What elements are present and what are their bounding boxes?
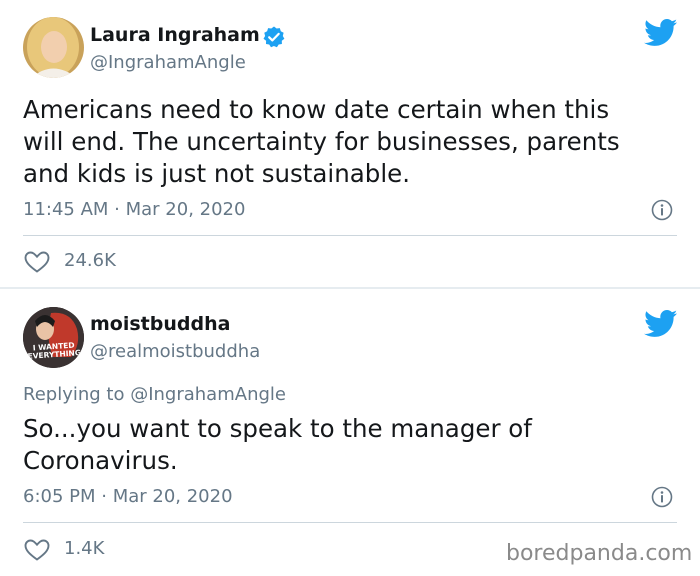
like-count: 24.6K [64,250,116,271]
display-name[interactable]: Laura Ingraham [90,24,260,46]
tweet-card: Laura Ingraham @IngrahamAngle Americans … [0,0,700,287]
reply-prefix: Replying to [23,384,131,405]
handle[interactable]: @IngrahamAngle [90,52,246,73]
twitter-bird-icon[interactable] [644,310,678,338]
divider [23,235,677,236]
display-name[interactable]: moistbuddha [90,313,230,335]
tweet-text: So...you want to speak to the manager of… [23,414,532,475]
tweet-text: Americans need to know date certain when… [23,95,620,188]
info-icon[interactable] [651,199,673,221]
info-icon[interactable] [651,486,673,508]
verified-badge-icon [263,26,285,48]
watermark: boredpanda.com [506,541,693,566]
handle[interactable]: @realmoistbuddha [90,341,260,362]
heart-icon [24,251,50,273]
divider [23,522,677,523]
heart-icon [24,539,50,561]
tweet-card: I WANTED EVERYTHING moistbuddha @realmoi… [0,289,700,576]
reply-to-link[interactable]: @IngrahamAngle [130,384,286,405]
twitter-bird-icon[interactable] [644,19,678,47]
timestamp[interactable]: 11:45 AM · Mar 20, 2020 [23,199,245,220]
timestamp[interactable]: 6:05 PM · Mar 20, 2020 [23,486,233,507]
avatar[interactable] [23,17,84,78]
reply-context: Replying to @IngrahamAngle [23,384,286,405]
avatar[interactable]: I WANTED EVERYTHING [23,307,84,368]
like-count: 1.4K [64,538,105,559]
